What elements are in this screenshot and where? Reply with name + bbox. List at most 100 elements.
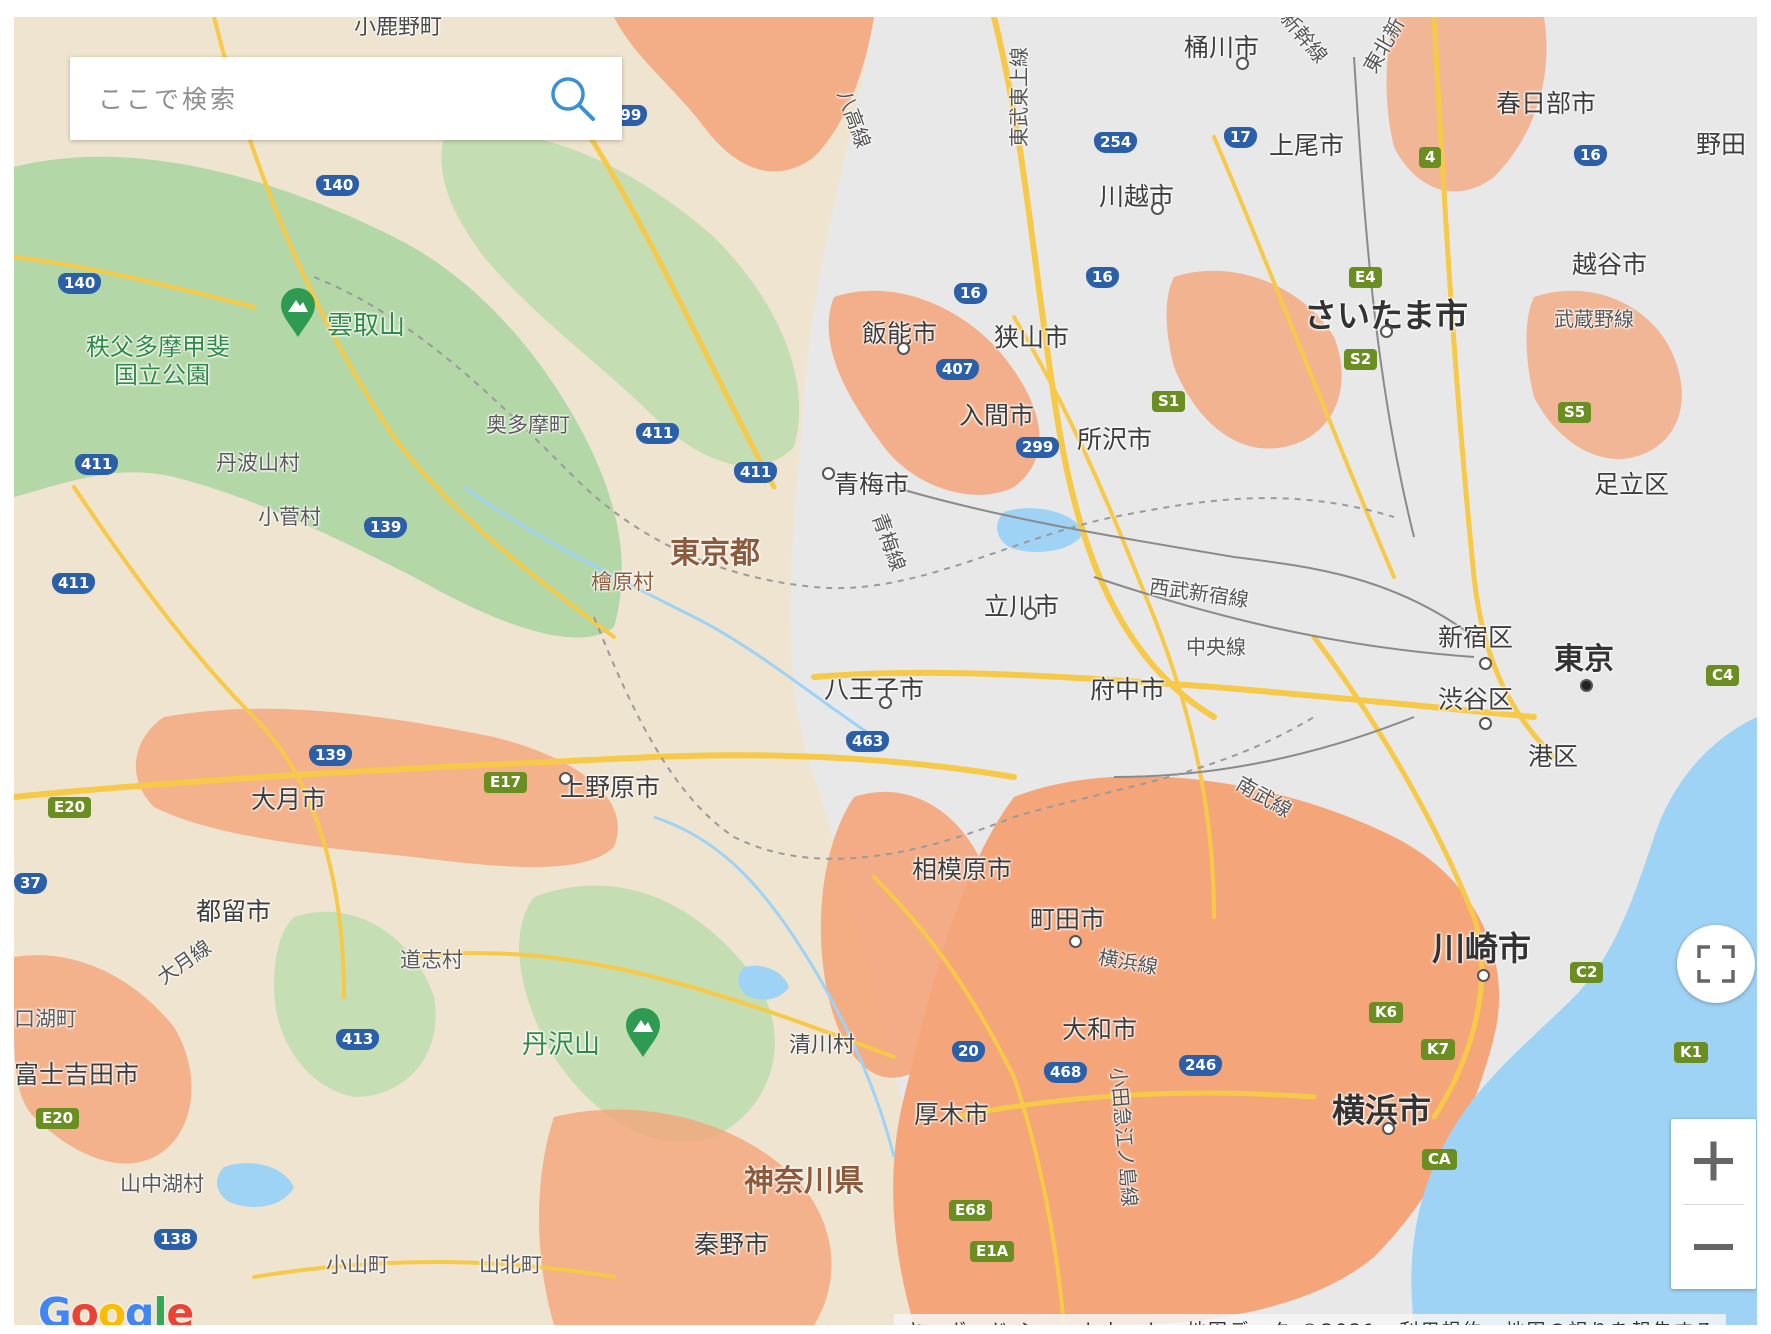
- expressway-shield: K7: [1421, 1039, 1456, 1060]
- route-shield: 246: [1179, 1055, 1223, 1076]
- place-dot: [822, 467, 835, 480]
- route-shield: 138: [154, 1229, 198, 1250]
- route-shield: 463: [846, 731, 890, 752]
- google-logo: Google: [38, 1289, 194, 1325]
- route-shield: 140: [58, 273, 102, 294]
- route-shield: 411: [734, 462, 778, 483]
- city-label-hadano: 秦野市: [694, 1230, 770, 1259]
- search-box[interactable]: [70, 57, 622, 140]
- city-label-shibuya: 渋谷区: [1438, 685, 1514, 714]
- plus-icon: [1694, 1141, 1733, 1181]
- city-label-noda: 野田: [1696, 130, 1747, 159]
- terms-link[interactable]: 利用規約: [1388, 1316, 1494, 1326]
- city-label-ageo: 上尾市: [1269, 131, 1345, 160]
- fullscreen-button[interactable]: [1677, 925, 1755, 1003]
- route-shield: 468: [1044, 1062, 1088, 1083]
- mountain-marker-icon[interactable]: [279, 287, 317, 339]
- place-dot: [879, 696, 892, 709]
- route-shield: 407: [936, 359, 980, 380]
- map-viewport[interactable]: 小鹿野町 桶川市 新幹線 東北新 春日部市 上尾市 野田 八高線 東武東上線 川…: [14, 17, 1757, 1325]
- city-label-fujiyoshida: 富士吉田市: [14, 1060, 140, 1089]
- route-shield: 17: [1224, 127, 1257, 148]
- expressway-shield: K6: [1369, 1002, 1404, 1023]
- rail-label-chuo: 中央線: [1186, 635, 1246, 659]
- city-label-okegawa: 桶川市: [1184, 33, 1260, 62]
- expressway-shield: S5: [1558, 402, 1592, 423]
- expressway-shield: S1: [1152, 391, 1186, 412]
- city-label-koshigaya: 越谷市: [1572, 250, 1648, 279]
- route-shield: 16: [1086, 267, 1119, 288]
- zoom-in-button[interactable]: [1671, 1119, 1756, 1203]
- town-label-okutama: 奥多摩町: [486, 413, 570, 437]
- city-label-ome: 青梅市: [834, 470, 910, 499]
- route-shield: 16: [1574, 145, 1607, 166]
- city-label-shinjuku: 新宿区: [1438, 623, 1514, 652]
- route-shield: 299: [1016, 437, 1060, 458]
- park-label-line2: 国立公園: [114, 361, 210, 389]
- pref-label-kanagawa: 神奈川県: [744, 1164, 864, 1199]
- city-label-yokohama: 横浜市: [1332, 1091, 1431, 1130]
- map-canvas[interactable]: [14, 17, 1757, 1325]
- city-label-tokyo: 東京: [1554, 642, 1614, 677]
- town-label-oyama: 小山町: [326, 1253, 389, 1277]
- rail-label-tobu-tojo: 東武東上線: [1007, 47, 1031, 147]
- route-shield: 20: [952, 1041, 985, 1062]
- place-dot: [1069, 935, 1082, 948]
- city-label-iruma: 入間市: [959, 401, 1035, 430]
- minus-icon: [1694, 1244, 1733, 1250]
- town-label-yamakita: 山北町: [479, 1253, 542, 1277]
- route-shield: 37: [14, 873, 47, 894]
- city-label-machida: 町田市: [1030, 905, 1106, 934]
- city-label-tachikawa: 立川市: [984, 592, 1060, 621]
- route-shield: 139: [364, 517, 408, 538]
- expressway-shield: E4: [1349, 267, 1382, 288]
- expressway-shield: CA: [1422, 1149, 1457, 1170]
- expressway-shield: E68: [949, 1200, 993, 1221]
- peak-label-tanzawa: 丹沢山: [522, 1030, 601, 1060]
- route-shield: 140: [316, 175, 360, 196]
- search-input[interactable]: [96, 75, 540, 123]
- mountain-marker-icon[interactable]: [624, 1007, 662, 1059]
- city-label-tsuru: 都留市: [196, 897, 272, 926]
- pref-label-tokyo: 東京都: [670, 536, 760, 571]
- city-label-minato: 港区: [1528, 742, 1579, 771]
- city-label-tokorozawa: 所沢市: [1077, 425, 1153, 454]
- city-label-kawasaki: 川崎市: [1432, 929, 1531, 968]
- place-dot: [1380, 325, 1393, 338]
- city-label-atsugi: 厚木市: [914, 1100, 990, 1129]
- route-shield: 413: [336, 1029, 380, 1050]
- city-label-hachioji: 八王子市: [824, 675, 925, 704]
- expressway-shield: C4: [1706, 665, 1740, 686]
- city-label-sayama: 狭山市: [994, 323, 1070, 352]
- expressway-shield: E20: [36, 1108, 80, 1129]
- route-shield: 139: [309, 745, 353, 766]
- town-label-hinohara: 檜原村: [591, 570, 654, 594]
- route-shield: 411: [75, 454, 119, 475]
- place-dot-tokyo: [1580, 679, 1593, 692]
- city-label-sagamihara: 相模原市: [912, 855, 1013, 884]
- rail-label-musashino: 武蔵野線: [1554, 307, 1634, 331]
- route-shield: 411: [52, 573, 96, 594]
- peak-label-kumotori: 雲取山: [327, 311, 406, 341]
- keyboard-shortcuts-link[interactable]: キーボード ショートカット: [894, 1316, 1176, 1326]
- route-shield: 16: [954, 283, 987, 304]
- town-label-tabayama: 丹波山村: [216, 451, 300, 475]
- expressway-shield: C2: [1570, 962, 1604, 983]
- zoom-out-button[interactable]: [1671, 1205, 1756, 1289]
- town-label-yamanakako: 山中湖村: [120, 1172, 204, 1196]
- expressway-shield: 4: [1419, 147, 1442, 168]
- town-label-kosuge: 小菅村: [258, 505, 321, 529]
- zoom-controls: [1671, 1119, 1756, 1289]
- town-label-doshi: 道志村: [400, 948, 463, 972]
- search-icon: [551, 77, 595, 121]
- place-dot: [1477, 969, 1490, 982]
- search-button[interactable]: [548, 74, 598, 124]
- city-label-kasukabe: 春日部市: [1496, 89, 1597, 118]
- city-label-otsuki: 大月市: [251, 785, 327, 814]
- fullscreen-icon: [1697, 945, 1735, 983]
- place-dot: [897, 342, 910, 355]
- city-label-kogano: 小鹿野町: [354, 17, 443, 40]
- route-shield: 411: [636, 423, 680, 444]
- expressway-shield: K1: [1674, 1042, 1709, 1063]
- report-error-link[interactable]: 地図の誤りを報告する: [1494, 1316, 1726, 1326]
